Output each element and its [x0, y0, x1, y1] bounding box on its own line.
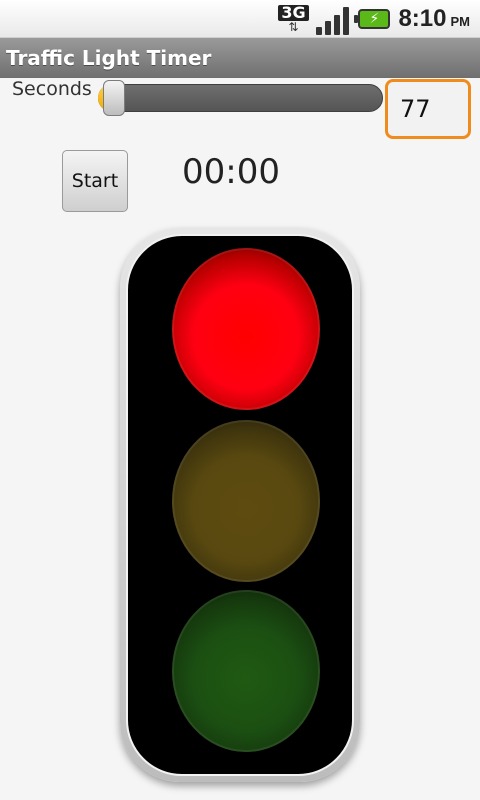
data-arrows-icon: ⇅ [288, 20, 299, 34]
app-title: Traffic Light Timer [6, 46, 212, 70]
seconds-input[interactable]: 77 [385, 79, 471, 139]
seconds-label: Seconds [12, 78, 92, 100]
signal-bar [334, 15, 341, 35]
status-clock: 8:10 PM [398, 5, 470, 33]
clock-time: 8:10 [398, 5, 447, 32]
signal-bar [316, 27, 323, 35]
status-bar: 3G ⇅ ⚡ 8:10 PM [0, 0, 480, 38]
clock-ampm: PM [450, 14, 471, 29]
network-type-label: 3G [278, 5, 309, 21]
traffic-light [120, 228, 360, 782]
yellow-lamp [172, 420, 320, 582]
app-title-bar: Traffic Light Timer [0, 38, 480, 78]
status-icons: 3G ⇅ ⚡ 8:10 PM [278, 0, 470, 38]
signal-bar [343, 7, 350, 35]
start-button[interactable]: Start [62, 150, 128, 212]
seconds-slider[interactable] [98, 80, 383, 116]
signal-bar [325, 21, 332, 35]
battery-charging-icon: ⚡ [354, 9, 391, 29]
network-3g-icon: 3G ⇅ [278, 2, 309, 36]
green-lamp [172, 590, 320, 752]
timer-display: 00:00 [182, 152, 280, 192]
slider-track[interactable] [98, 84, 383, 112]
signal-icon [316, 3, 350, 35]
traffic-light-housing [126, 234, 354, 776]
red-lamp [172, 248, 320, 410]
slider-thumb[interactable] [103, 80, 125, 116]
